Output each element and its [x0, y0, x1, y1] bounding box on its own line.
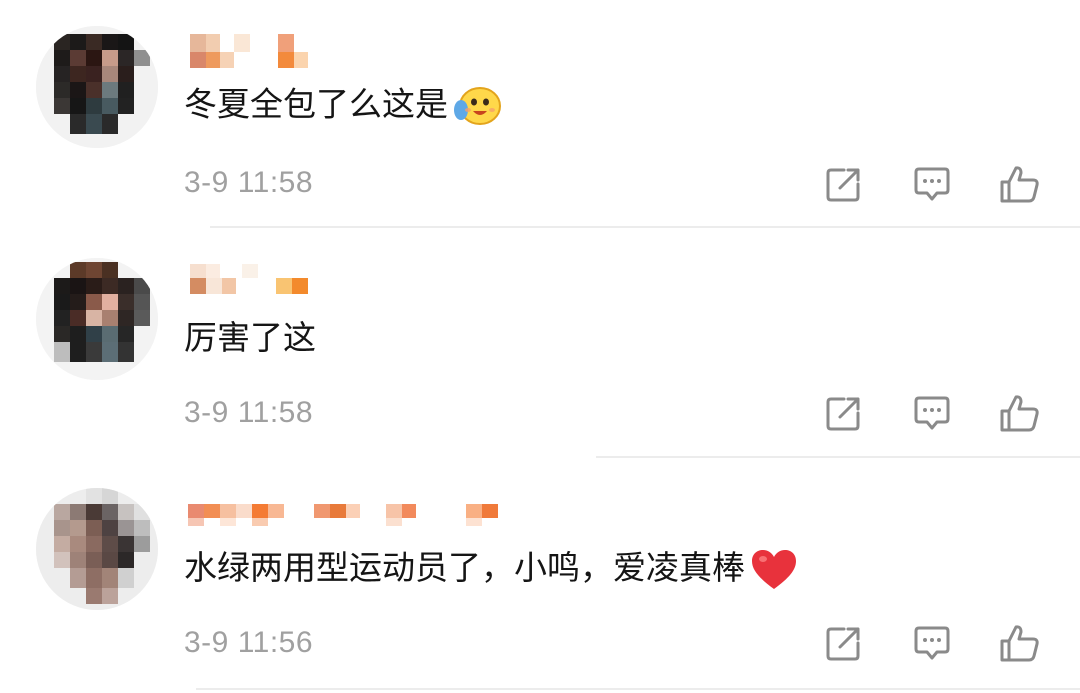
- comment-time: 3-9 11:56: [184, 626, 314, 659]
- comment-text-content: 冬夏全包了么这是: [184, 84, 448, 124]
- comment-actions: [822, 162, 1052, 206]
- username-blurred[interactable]: [186, 496, 516, 536]
- share-icon[interactable]: [822, 162, 866, 206]
- share-icon[interactable]: [822, 391, 866, 435]
- comment-actions: [822, 621, 1052, 665]
- comment-text: 厉害了这: [184, 316, 316, 360]
- divider: [210, 226, 1080, 228]
- comment-text-content: 厉害了这: [184, 318, 316, 357]
- like-icon[interactable]: [998, 621, 1042, 665]
- reply-icon[interactable]: [910, 621, 954, 665]
- avatar[interactable]: [36, 26, 158, 148]
- comment-text-content: 水绿两用型运动员了，小鸣，爱凌真棒: [184, 548, 745, 587]
- comment-time: 3-9 11:58: [184, 166, 314, 199]
- comment-text: 冬夏全包了么这是: [184, 82, 504, 130]
- reply-icon[interactable]: [910, 391, 954, 435]
- avatar[interactable]: [36, 488, 158, 610]
- red-heart-icon: [752, 549, 796, 589]
- share-icon[interactable]: [822, 621, 866, 665]
- comment-actions: [822, 391, 1052, 435]
- comment-text: 水绿两用型运动员了，小鸣，爱凌真棒: [184, 546, 799, 593]
- like-icon[interactable]: [998, 391, 1042, 435]
- username-blurred[interactable]: [186, 34, 326, 74]
- reply-icon[interactable]: [910, 162, 954, 206]
- smiling-face-icon: [454, 87, 501, 125]
- like-icon[interactable]: [998, 162, 1042, 206]
- divider: [196, 688, 1080, 690]
- divider: [596, 456, 1080, 458]
- comment-time: 3-9 11:58: [184, 396, 314, 429]
- username-blurred[interactable]: [186, 264, 326, 304]
- avatar[interactable]: [36, 258, 158, 380]
